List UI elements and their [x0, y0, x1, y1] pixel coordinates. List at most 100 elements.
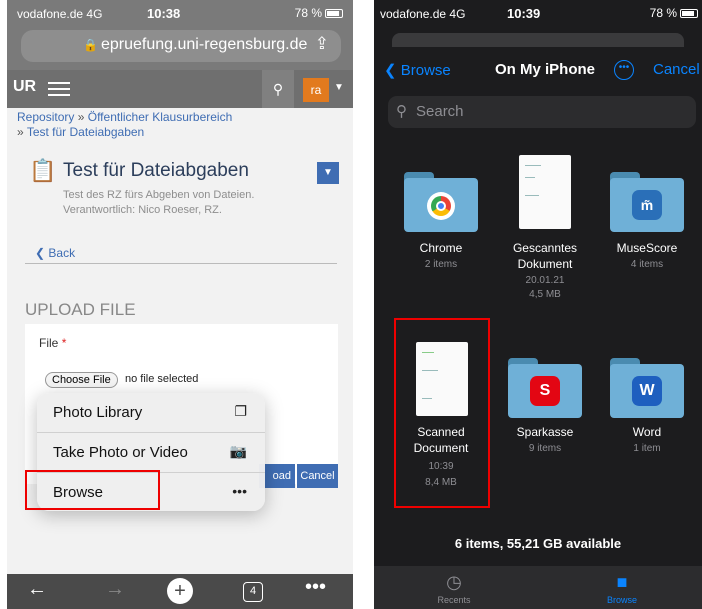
chevron-left-icon: ❮: [35, 246, 49, 260]
search-field[interactable]: ⚲ Search: [388, 96, 696, 128]
item-subtitle: 9 items: [528, 443, 562, 454]
battery: 78 %: [295, 6, 343, 20]
status-bar: vodafone.de 4G 10:38 78 %: [7, 0, 353, 26]
share-icon[interactable]: ⇪: [315, 34, 329, 54]
breadcrumb-separator: »: [77, 110, 85, 124]
url-text: epruefung.uni-regensburg.de: [101, 36, 308, 53]
tab-label: Recents: [437, 595, 471, 605]
chevron-left-icon: ❮: [384, 62, 401, 79]
menu-item-label: Take Photo or Video: [53, 444, 188, 461]
breadcrumb-separator: »: [17, 125, 24, 139]
more-dots-icon[interactable]: •••: [305, 576, 326, 599]
tab-browse[interactable]: ■ Browse: [582, 572, 662, 605]
battery: 78 %: [650, 6, 698, 20]
hamburger-menu-icon[interactable]: [45, 78, 73, 100]
test-document-icon: 📋: [29, 158, 57, 183]
back-arrow-icon[interactable]: ←: [27, 578, 47, 601]
folder-icon: ■: [616, 572, 628, 592]
breadcrumb: Repository » Öffentlicher Klausurbereich…: [17, 110, 232, 140]
breadcrumb-root[interactable]: Repository: [17, 110, 74, 124]
files-tab-bar: ◷ Recents ■ Browse: [374, 566, 702, 609]
description-line: Verantwortlich: Nico Roeser, RZ.: [63, 204, 222, 216]
more-options-icon[interactable]: •••: [614, 60, 634, 80]
photo-library-icon: ❐: [234, 403, 247, 419]
battery-icon: [325, 9, 343, 19]
clock: 10:38: [147, 6, 181, 21]
tabs-count-icon[interactable]: 4: [243, 582, 263, 602]
location-title: On My iPhone: [495, 61, 596, 78]
folder-sparkasse[interactable]: S: [508, 358, 582, 418]
user-avatar[interactable]: ra: [303, 78, 329, 102]
page-description: Test des RZ fürs Abgeben von Dateien. Ve…: [63, 188, 254, 218]
item-name-text: Gescanntes Dokument: [512, 241, 578, 271]
item-name: Sparkasse: [516, 425, 574, 439]
musescore-icon: m̃: [632, 190, 662, 220]
chrome-icon: [427, 192, 455, 220]
folder-word[interactable]: W: [610, 358, 684, 418]
file-field-label: File *: [39, 336, 66, 350]
ellipsis-icon: •••: [232, 483, 247, 499]
file-status: no file selected: [125, 373, 199, 385]
carrier-label: vodafone.de 4G: [17, 7, 103, 21]
chevron-down-icon[interactable]: ▼: [334, 82, 344, 93]
item-subtitle: 2 items: [424, 259, 458, 270]
search-placeholder: Search: [416, 103, 464, 120]
browse-back-button[interactable]: ❮ Browse: [384, 61, 451, 79]
tab-recents[interactable]: ◷ Recents: [414, 572, 494, 605]
search-icon: ⚲: [396, 103, 407, 120]
cancel-button[interactable]: Cancel: [296, 464, 338, 488]
sheet-background: [392, 33, 684, 47]
battery-percent: 78 %: [649, 6, 677, 20]
breadcrumb-parent[interactable]: Öffentlicher Klausurbereich: [88, 110, 233, 124]
search-icon[interactable]: ⚲: [262, 70, 294, 108]
sparkasse-icon: S: [530, 376, 560, 406]
word-icon: W: [632, 376, 662, 406]
address-bar[interactable]: 🔒 epruefung.uni-regensburg.de ⇪: [21, 30, 341, 62]
browser-toolbar: ← → + 4 •••: [7, 574, 353, 609]
right-screenshot: vodafone.de 4G 10:39 78 % ❮ Browse On My…: [374, 0, 702, 609]
status-bar: vodafone.de 4G 10:39 78 %: [374, 0, 702, 30]
item-name: MuseScore: [616, 241, 678, 255]
battery-icon: [680, 9, 698, 19]
back-label: Browse: [400, 62, 451, 79]
back-label: Back: [48, 246, 76, 260]
storage-summary: 6 items, 55,21 GB available: [454, 536, 622, 551]
menu-item-photo-library[interactable]: Photo Library ❐: [37, 393, 265, 433]
section-title: UPLOAD FILE: [25, 300, 136, 319]
clock: 10:39: [507, 6, 541, 21]
required-marker: *: [61, 336, 67, 350]
item-name: Word: [632, 425, 662, 439]
page-title: Test für Dateiabgaben: [63, 160, 249, 181]
site-navbar: UR ⚲ ra ▼: [7, 70, 353, 108]
file-label-text: File: [39, 336, 59, 350]
page-content: Repository » Öffentlicher Klausurbereich…: [7, 108, 353, 574]
new-tab-plus-icon[interactable]: +: [167, 578, 193, 604]
item-subtitle: 4 items: [630, 259, 664, 270]
folder-musescore[interactable]: m̃: [610, 172, 684, 232]
folder-chrome[interactable]: [404, 172, 478, 232]
cancel-button[interactable]: Cancel: [653, 61, 700, 78]
clock-icon: ◷: [446, 572, 462, 592]
item-subtitle: 20.01.21: [525, 275, 565, 286]
choose-file-button[interactable]: Choose File: [45, 372, 118, 388]
document-thumbnail[interactable]: [519, 155, 571, 229]
menu-item-take-photo[interactable]: Take Photo or Video 📷: [37, 433, 265, 473]
description-line: Test des RZ fürs Abgeben von Dateien.: [63, 189, 255, 201]
divider: [25, 263, 337, 264]
back-link[interactable]: ❮ Back: [35, 246, 75, 260]
item-name: Gescanntes Dokument: [500, 240, 590, 272]
carrier-label: vodafone.de 4G: [380, 7, 466, 21]
university-logo[interactable]: UR: [13, 78, 39, 102]
files-navbar: ❮ Browse On My iPhone ••• Cancel: [374, 52, 702, 88]
forward-arrow-icon[interactable]: →: [105, 578, 125, 601]
breadcrumb-current[interactable]: Test für Dateiabgaben: [27, 125, 144, 139]
left-screenshot: vodafone.de 4G 10:38 78 % 🔒 epruefung.un…: [7, 0, 353, 609]
actions-dropdown-button[interactable]: ▼: [317, 162, 339, 184]
item-subtitle: 1 item: [633, 443, 661, 454]
browser-chrome: 🔒 epruefung.uni-regensburg.de ⇪: [7, 26, 353, 70]
camera-icon: 📷: [229, 443, 247, 459]
tab-label: Browse: [606, 595, 637, 605]
item-subtitle: 4,5 MB: [529, 289, 561, 300]
highlight-box: [394, 318, 490, 508]
lock-icon: 🔒: [83, 38, 98, 52]
